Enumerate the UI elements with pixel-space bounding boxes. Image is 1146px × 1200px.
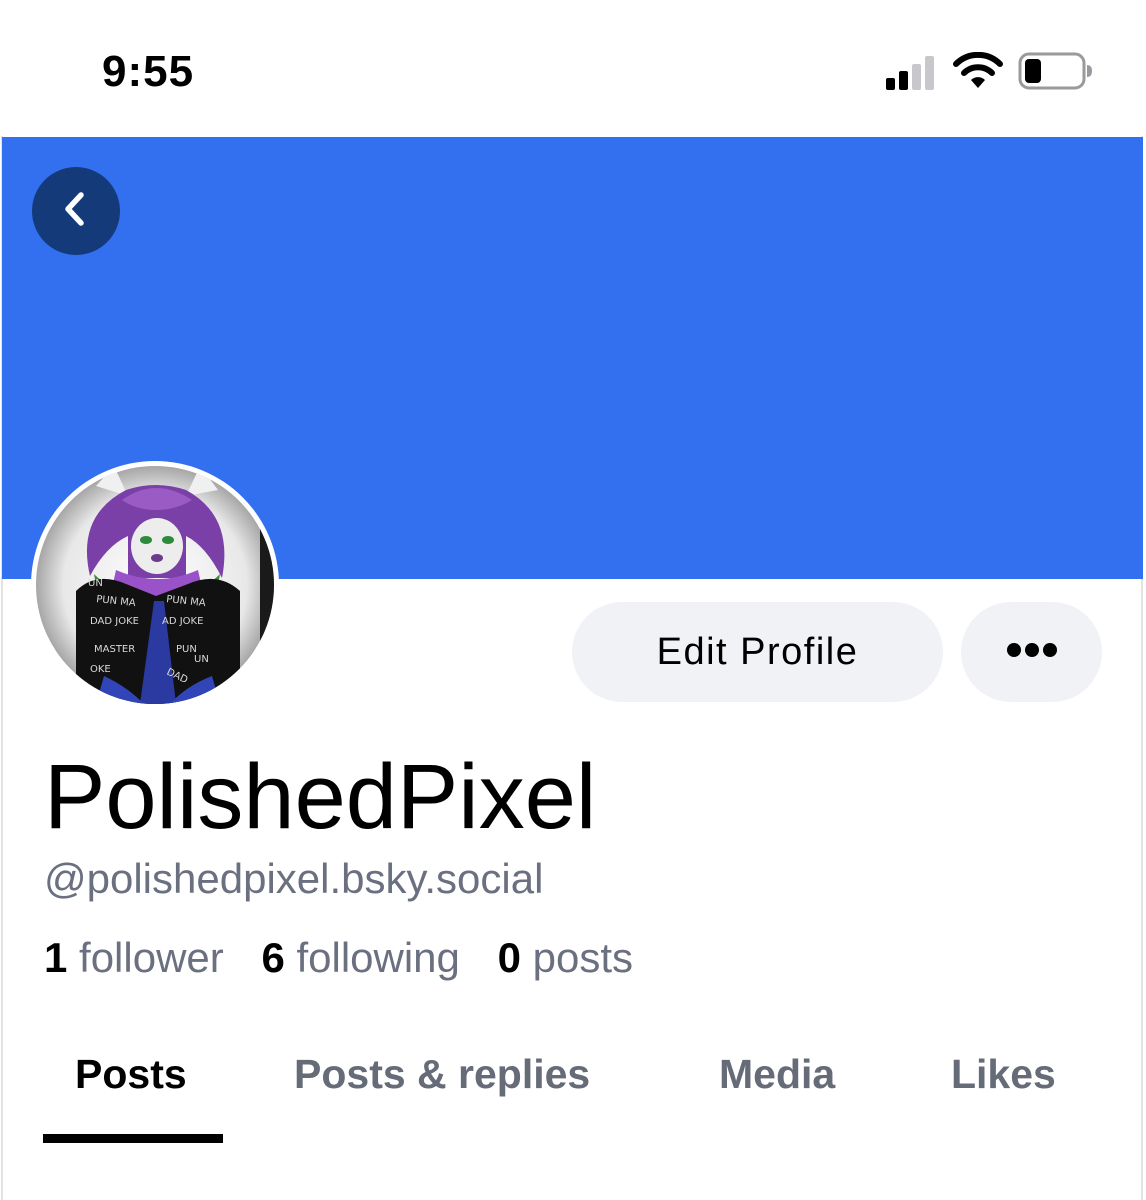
- profile-stats: 1 follower 6 following 0 posts: [44, 933, 659, 983]
- posts-count: 0: [497, 934, 521, 981]
- following-label: following: [296, 934, 460, 981]
- profile-handle: @polishedpixel.bsky.social: [44, 855, 544, 902]
- tab-media[interactable]: Media: [719, 1050, 835, 1098]
- active-tab-indicator: [43, 1134, 223, 1143]
- avatar-text: OKE: [90, 664, 111, 675]
- following-stat[interactable]: 6 following: [261, 933, 459, 983]
- more-options-button[interactable]: [961, 602, 1102, 702]
- avatar-text: MASTER: [94, 644, 135, 655]
- avatar-text: AD JOKE: [162, 616, 203, 627]
- avatar-text: DAD JOKE: [90, 616, 139, 627]
- followers-label: follower: [79, 934, 224, 981]
- avatar-image: UN PUN MA PUN MA DAD JOKE AD JOKE MASTER…: [36, 466, 274, 704]
- wifi-icon: [952, 51, 1004, 95]
- tab-posts[interactable]: Posts: [75, 1050, 187, 1098]
- avatar-text: UN: [194, 654, 209, 665]
- avatar[interactable]: UN PUN MA PUN MA DAD JOKE AD JOKE MASTER…: [31, 461, 279, 709]
- posts-label: posts: [532, 934, 633, 981]
- followers-count: 1: [44, 934, 68, 981]
- avatar-text: UN: [88, 578, 103, 589]
- status-time: 9:55: [102, 47, 195, 96]
- tab-posts-and-replies[interactable]: Posts & replies: [294, 1050, 590, 1098]
- ellipsis-icon: [1006, 642, 1058, 663]
- tab-likes[interactable]: Likes: [951, 1050, 1056, 1098]
- chevron-left-icon: [56, 189, 96, 234]
- status-bar: 9:55: [0, 0, 1146, 136]
- battery-icon: [1018, 52, 1094, 95]
- display-name: PolishedPixel: [44, 746, 597, 848]
- edit-profile-button[interactable]: Edit Profile: [572, 602, 943, 702]
- back-button[interactable]: [32, 167, 120, 255]
- signal-icon: [886, 56, 938, 95]
- followers-stat[interactable]: 1 follower: [44, 933, 224, 983]
- posts-stat: 0 posts: [498, 933, 633, 983]
- following-count: 6: [261, 934, 285, 981]
